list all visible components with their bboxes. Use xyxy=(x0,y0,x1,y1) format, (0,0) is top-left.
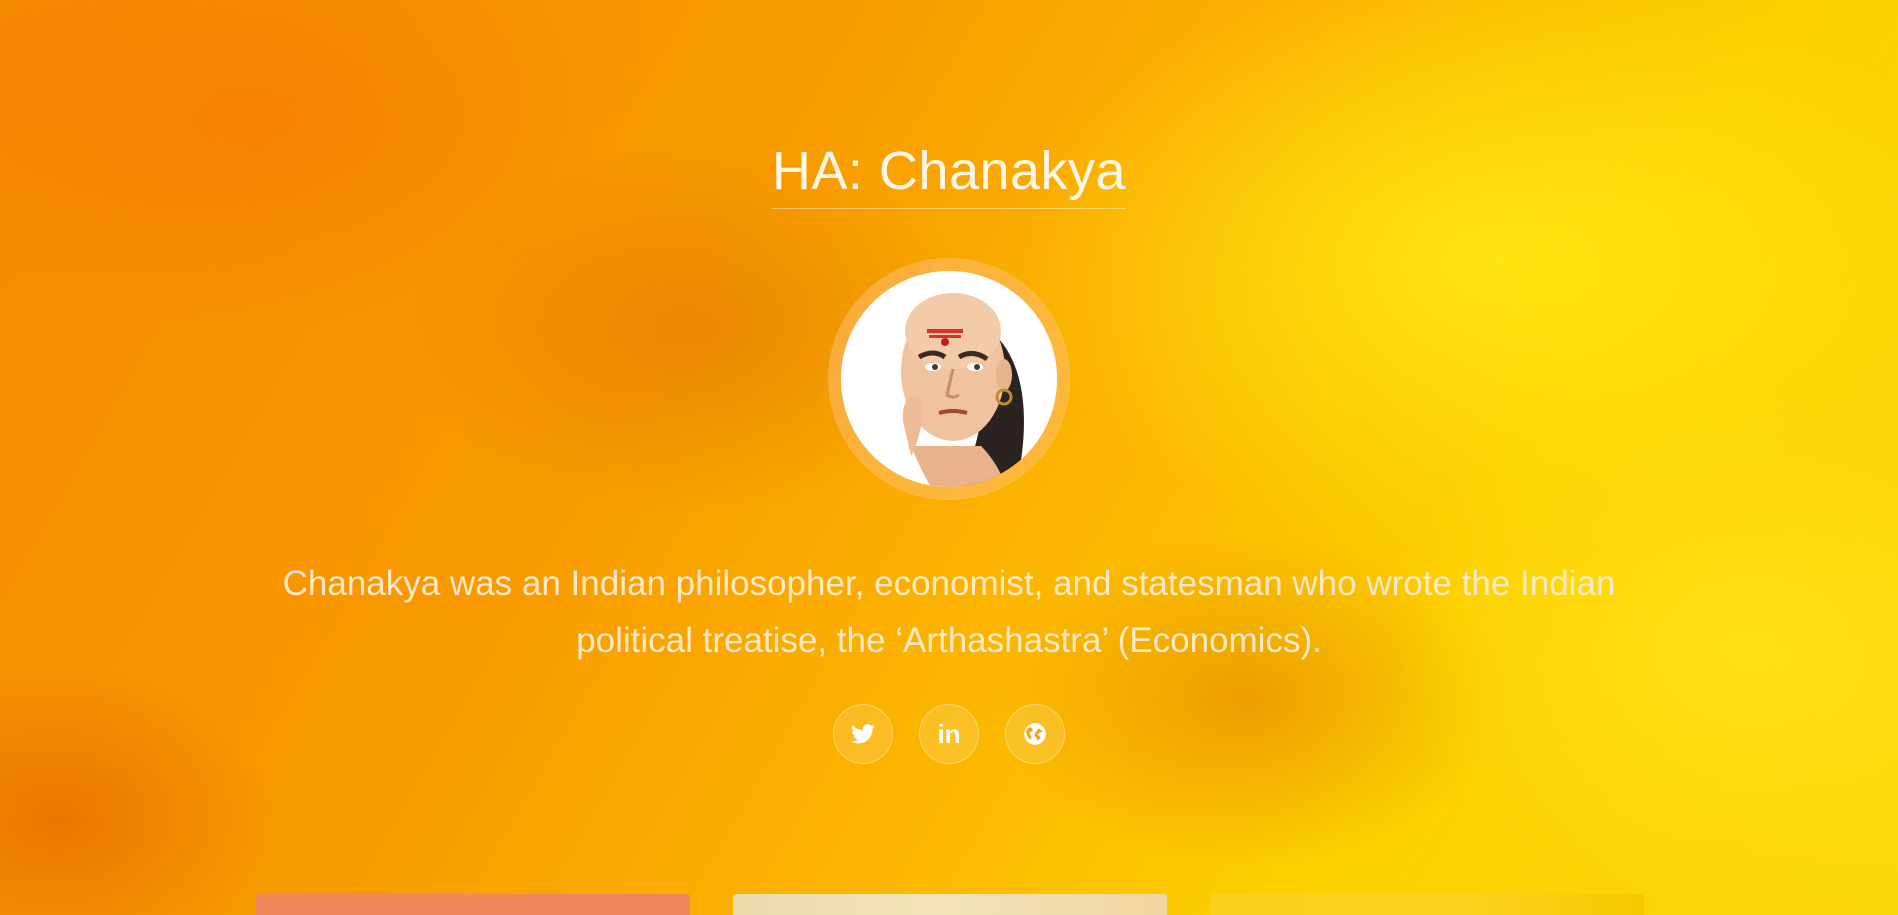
cards-row xyxy=(0,894,1898,915)
twitter-button[interactable] xyxy=(833,704,893,764)
avatar xyxy=(841,271,1057,487)
avatar-portrait xyxy=(841,271,1057,487)
social-links: in xyxy=(0,704,1898,764)
linkedin-icon: in xyxy=(937,719,961,749)
page-title: HA: Chanakya xyxy=(771,140,1127,209)
website-button[interactable] xyxy=(1005,704,1065,764)
card-1[interactable] xyxy=(256,894,690,915)
twitter-icon xyxy=(851,724,875,744)
card-3[interactable] xyxy=(1210,894,1644,915)
linkedin-button[interactable]: in xyxy=(919,704,979,764)
avatar-ring xyxy=(829,259,1069,499)
card-2[interactable] xyxy=(733,894,1167,915)
globe-icon xyxy=(1024,723,1046,745)
bio-text: Chanakya was an Indian philosopher, econ… xyxy=(282,564,1616,660)
title-wrapper: HA: Chanakya xyxy=(0,140,1898,209)
